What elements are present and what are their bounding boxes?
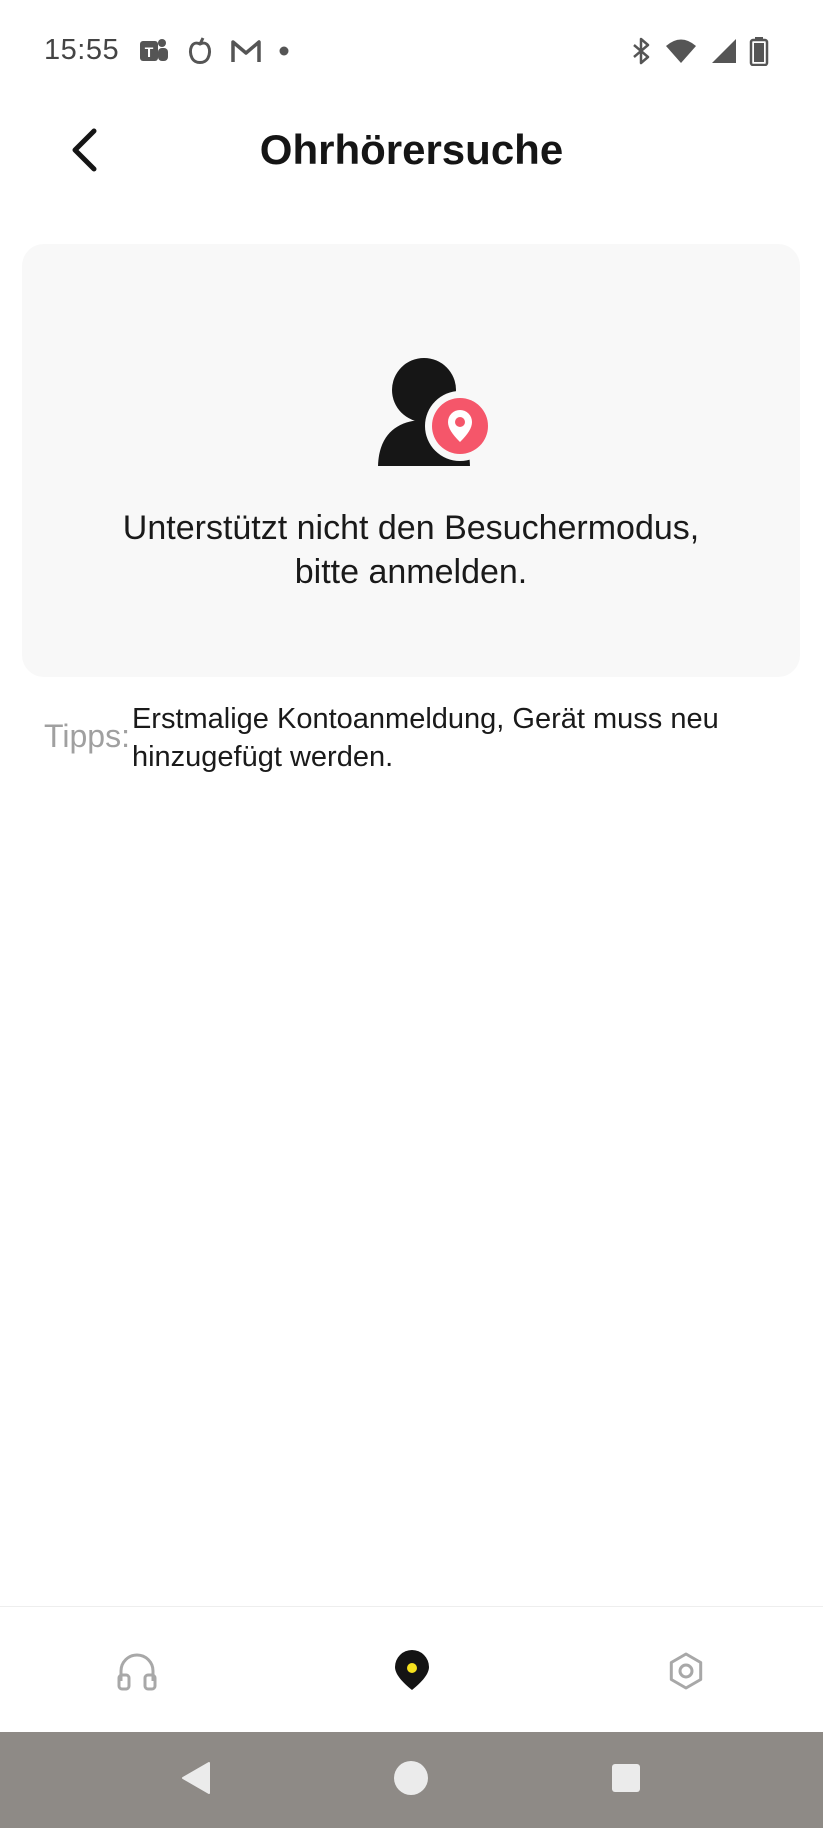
system-status-icons: [629, 36, 769, 66]
teams-icon: T: [138, 36, 170, 66]
settings-icon: [666, 1651, 706, 1696]
circle-home-icon: [392, 1759, 430, 1802]
nav-settings[interactable]: [662, 1649, 710, 1697]
battery-icon: [749, 36, 769, 66]
message-line-1: Unterstützt nicht den Besuchermodus,: [122, 509, 700, 547]
tips-text: Erstmalige Kontoanmeldung, Gerät muss ne…: [131, 703, 719, 773]
signal-icon: [709, 37, 737, 65]
user-location-icon: [372, 356, 495, 468]
system-back-button[interactable]: [176, 1760, 216, 1800]
nav-earphones[interactable]: [113, 1649, 161, 1697]
status-time: 15:55: [44, 34, 120, 66]
location-pin-icon: [392, 1649, 432, 1697]
guest-mode-card: Unterstützt nicht den Besuchermodus, bit…: [22, 244, 800, 677]
square-recents-icon: [609, 1761, 643, 1800]
wifi-icon: [665, 37, 697, 65]
bluetooth-icon: [629, 36, 653, 66]
tips-label: Tipps:: [44, 718, 130, 754]
dot-icon: [278, 45, 290, 57]
nav-find-earbuds[interactable]: [388, 1649, 436, 1697]
page-title: Ohrhörersuche: [259, 126, 564, 173]
gmail-icon: [230, 38, 262, 64]
status-bar: 15:55 T: [0, 0, 823, 104]
app-icon: [186, 36, 214, 66]
tips-section: Tipps: Erstmalige Kontoanmeldung, Gerät …: [44, 700, 784, 776]
bottom-nav: [0, 1606, 823, 1732]
headphones-icon: [115, 1651, 159, 1696]
system-home-button[interactable]: [391, 1760, 431, 1800]
message-line-2: bitte anmelden.: [294, 553, 528, 591]
svg-text:T: T: [145, 44, 154, 60]
triangle-back-icon: [179, 1760, 213, 1801]
system-recents-button[interactable]: [606, 1760, 646, 1800]
notification-icons: T: [138, 36, 290, 66]
guest-mode-message: Unterstützt nicht den Besuchermodus, bit…: [22, 506, 800, 594]
app-header: Ohrhörersuche: [0, 104, 823, 200]
system-nav-bar: [0, 1732, 823, 1828]
